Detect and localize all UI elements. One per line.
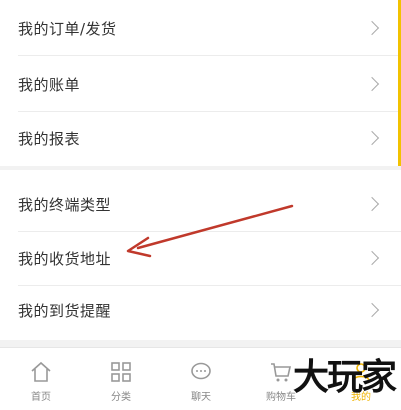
menu-item-label: 我的到货提醒 [18, 301, 112, 320]
menu-item-reports[interactable]: 我的报表 [0, 110, 401, 166]
tab-label: 首页 [31, 392, 51, 403]
tab-categories[interactable]: 分类 [96, 354, 146, 404]
tab-chat[interactable]: 聊天 [176, 354, 226, 404]
menu-item-label: 我的账单 [18, 75, 81, 94]
grid-icon [111, 362, 131, 382]
home-icon [31, 361, 51, 382]
chevron-right-icon [364, 76, 380, 92]
menu-item-label: 我的终端类型 [18, 195, 112, 214]
chevron-right-icon [364, 250, 380, 266]
tab-label: 购物车 [266, 392, 296, 403]
menu-item-label: 我的订单/发货 [18, 19, 117, 38]
menu-item-label: 我的收货地址 [18, 249, 112, 268]
cart-icon [271, 363, 291, 382]
menu-item-label: 我的报表 [18, 129, 81, 148]
menu-item-arrival-reminder[interactable]: 我的到货提醒 [0, 282, 401, 338]
chevron-right-icon [364, 302, 380, 318]
menu-item-orders[interactable]: 我的订单/发货 [0, 0, 401, 56]
menu-group-orders: 我的订单/发货 我的账单 我的报表 [0, 0, 401, 166]
chat-icon [191, 362, 211, 380]
chevron-right-icon [364, 130, 380, 146]
tab-label: 分类 [111, 392, 131, 403]
menu-item-bills[interactable]: 我的账单 [0, 56, 401, 112]
tab-label: 聊天 [191, 392, 211, 403]
chevron-right-icon [364, 20, 380, 36]
menu-item-shipping-address[interactable]: 我的收货地址 [0, 230, 401, 286]
menu-group-settings: 我的终端类型 我的收货地址 我的到货提醒 [0, 170, 401, 340]
chevron-right-icon [364, 196, 380, 212]
watermark: 大玩家 [292, 357, 397, 398]
tab-home[interactable]: 首页 [16, 354, 66, 404]
menu-item-terminal-type[interactable]: 我的终端类型 [0, 176, 401, 232]
